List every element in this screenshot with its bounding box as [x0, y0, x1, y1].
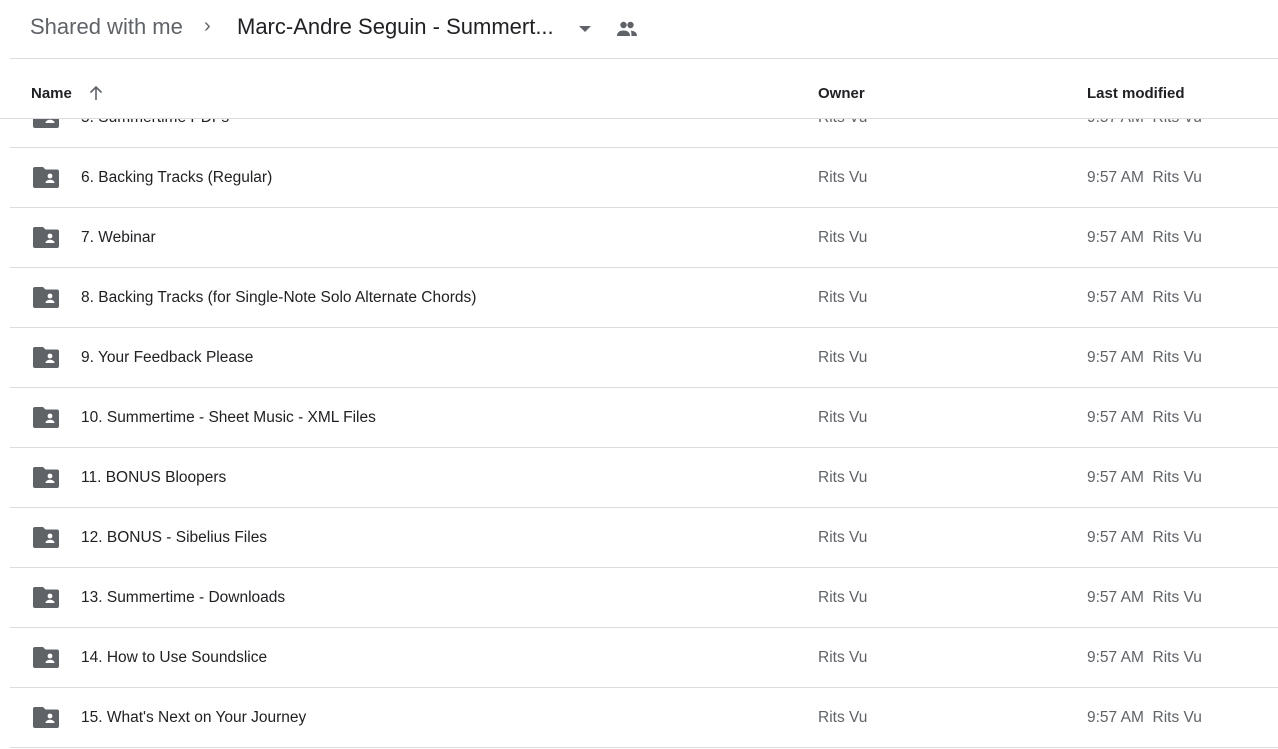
file-name[interactable]: 11. BONUS Bloopers — [81, 469, 226, 487]
modified-by: Rits Vu — [1152, 649, 1202, 666]
file-last-modified: 9:57 AM Rits Vu — [1087, 589, 1202, 607]
file-name[interactable]: 12. BONUS - Sibelius Files — [81, 529, 267, 547]
shared-folder-icon — [33, 167, 59, 188]
file-name[interactable]: 6. Backing Tracks (Regular) — [81, 169, 272, 187]
file-name[interactable]: 15. What's Next on Your Journey — [81, 709, 306, 727]
column-header-name[interactable]: Name — [31, 85, 72, 102]
shared-folder-icon — [33, 467, 59, 488]
modified-by: Rits Vu — [1152, 529, 1202, 546]
breadcrumb-current-folder[interactable]: Marc-Andre Seguin - Summert... — [237, 14, 554, 40]
chevron-right-icon: › — [204, 15, 211, 37]
modified-time: 9:57 AM — [1087, 409, 1144, 426]
file-owner: Rits Vu — [818, 289, 868, 306]
modified-by: Rits Vu — [1152, 709, 1202, 726]
file-row[interactable]: 9. Your Feedback Please Rits Vu 9:57 AM … — [10, 328, 1278, 388]
file-owner: Rits Vu — [818, 649, 868, 666]
shared-folder-icon — [33, 707, 59, 728]
file-row[interactable]: 8. Backing Tracks (for Single-Note Solo … — [10, 268, 1278, 328]
file-last-modified: 9:57 AM Rits Vu — [1087, 349, 1202, 367]
file-owner: Rits Vu — [818, 469, 868, 486]
file-row[interactable]: 14. How to Use Soundslice Rits Vu 9:57 A… — [10, 628, 1278, 688]
file-row[interactable]: 12. BONUS - Sibelius Files Rits Vu 9:57 … — [10, 508, 1278, 568]
modified-time: 9:57 AM — [1087, 709, 1144, 726]
column-header-row: Name Owner Last modified — [0, 59, 1278, 119]
modified-by: Rits Vu — [1152, 409, 1202, 426]
file-owner: Rits Vu — [818, 589, 868, 606]
file-owner: Rits Vu — [818, 529, 868, 546]
file-row[interactable]: 15. What's Next on Your Journey Rits Vu … — [10, 688, 1278, 748]
modified-by: Rits Vu — [1153, 119, 1202, 126]
file-name[interactable]: 7. Webinar — [81, 229, 156, 247]
file-last-modified: 9:57 AM Rits Vu — [1087, 469, 1202, 487]
shared-folder-icon — [33, 119, 59, 128]
modified-by: Rits Vu — [1152, 169, 1202, 186]
modified-time: 9:57 AM — [1087, 589, 1144, 606]
file-last-modified: 9:57 AM Rits Vu — [1087, 709, 1202, 727]
modified-by: Rits Vu — [1152, 589, 1202, 606]
modified-time: 9:57 AM — [1087, 119, 1144, 126]
file-name[interactable]: 10. Summertime - Sheet Music - XML Files — [81, 409, 376, 427]
shared-folder-icon — [33, 287, 59, 308]
file-last-modified: 9:57 AM Rits Vu — [1087, 119, 1202, 127]
file-owner: Rits Vu — [818, 709, 868, 726]
dropdown-caret-icon[interactable] — [579, 26, 591, 32]
file-list[interactable]: 5. Summertime PDFs Rits Vu 9:57 AM Rits … — [0, 119, 1278, 749]
file-last-modified: 9:57 AM Rits Vu — [1087, 649, 1202, 667]
file-row[interactable]: 10. Summertime - Sheet Music - XML Files… — [10, 388, 1278, 448]
shared-folder-icon — [33, 347, 59, 368]
file-row[interactable]: 11. BONUS Bloopers Rits Vu 9:57 AM Rits … — [10, 448, 1278, 508]
file-row[interactable]: 5. Summertime PDFs Rits Vu 9:57 AM Rits … — [10, 119, 1278, 148]
file-last-modified: 9:57 AM Rits Vu — [1087, 289, 1202, 307]
modified-by: Rits Vu — [1152, 289, 1202, 306]
file-last-modified: 9:57 AM Rits Vu — [1087, 409, 1202, 427]
file-last-modified: 9:57 AM Rits Vu — [1087, 529, 1202, 547]
modified-time: 9:57 AM — [1087, 229, 1144, 246]
modified-time: 9:57 AM — [1087, 289, 1144, 306]
file-last-modified: 9:57 AM Rits Vu — [1087, 169, 1202, 187]
modified-time: 9:57 AM — [1087, 529, 1144, 546]
column-header-last-modified[interactable]: Last modified — [1087, 85, 1185, 102]
modified-time: 9:57 AM — [1087, 649, 1144, 666]
file-owner: Rits Vu — [818, 169, 868, 186]
shared-folder-icon — [33, 227, 59, 248]
file-name[interactable]: 5. Summertime PDFs — [81, 119, 229, 127]
modified-time: 9:57 AM — [1087, 469, 1144, 486]
breadcrumb-bar: Shared with me › Marc-Andre Seguin - Sum… — [0, 0, 1278, 58]
file-row[interactable]: 13. Summertime - Downloads Rits Vu 9:57 … — [10, 568, 1278, 628]
modified-by: Rits Vu — [1152, 469, 1202, 486]
file-name[interactable]: 14. How to Use Soundslice — [81, 649, 267, 667]
shared-folder-icon — [33, 527, 59, 548]
modified-by: Rits Vu — [1152, 229, 1202, 246]
column-header-owner: Owner — [818, 85, 865, 102]
file-owner: Rits Vu — [818, 409, 868, 426]
file-owner: Rits Vu — [818, 349, 868, 366]
shared-folder-icon — [33, 407, 59, 428]
shared-folder-icon — [33, 587, 59, 608]
file-last-modified: 9:57 AM Rits Vu — [1087, 229, 1202, 247]
file-name[interactable]: 13. Summertime - Downloads — [81, 589, 285, 607]
breadcrumb-shared-with-me[interactable]: Shared with me — [30, 14, 183, 40]
shared-folder-icon — [33, 647, 59, 668]
file-name[interactable]: 9. Your Feedback Please — [81, 349, 253, 367]
modified-time: 9:57 AM — [1087, 349, 1144, 366]
file-row[interactable]: 7. Webinar Rits Vu 9:57 AM Rits Vu — [10, 208, 1278, 268]
modified-time: 9:57 AM — [1087, 169, 1144, 186]
sort-ascending-arrow-icon[interactable] — [88, 85, 104, 101]
modified-by: Rits Vu — [1152, 349, 1202, 366]
file-owner: Rits Vu — [818, 119, 867, 127]
file-owner: Rits Vu — [818, 229, 868, 246]
shared-people-icon[interactable] — [616, 21, 638, 37]
file-row[interactable]: 6. Backing Tracks (Regular) Rits Vu 9:57… — [10, 148, 1278, 208]
file-name[interactable]: 8. Backing Tracks (for Single-Note Solo … — [81, 289, 476, 307]
